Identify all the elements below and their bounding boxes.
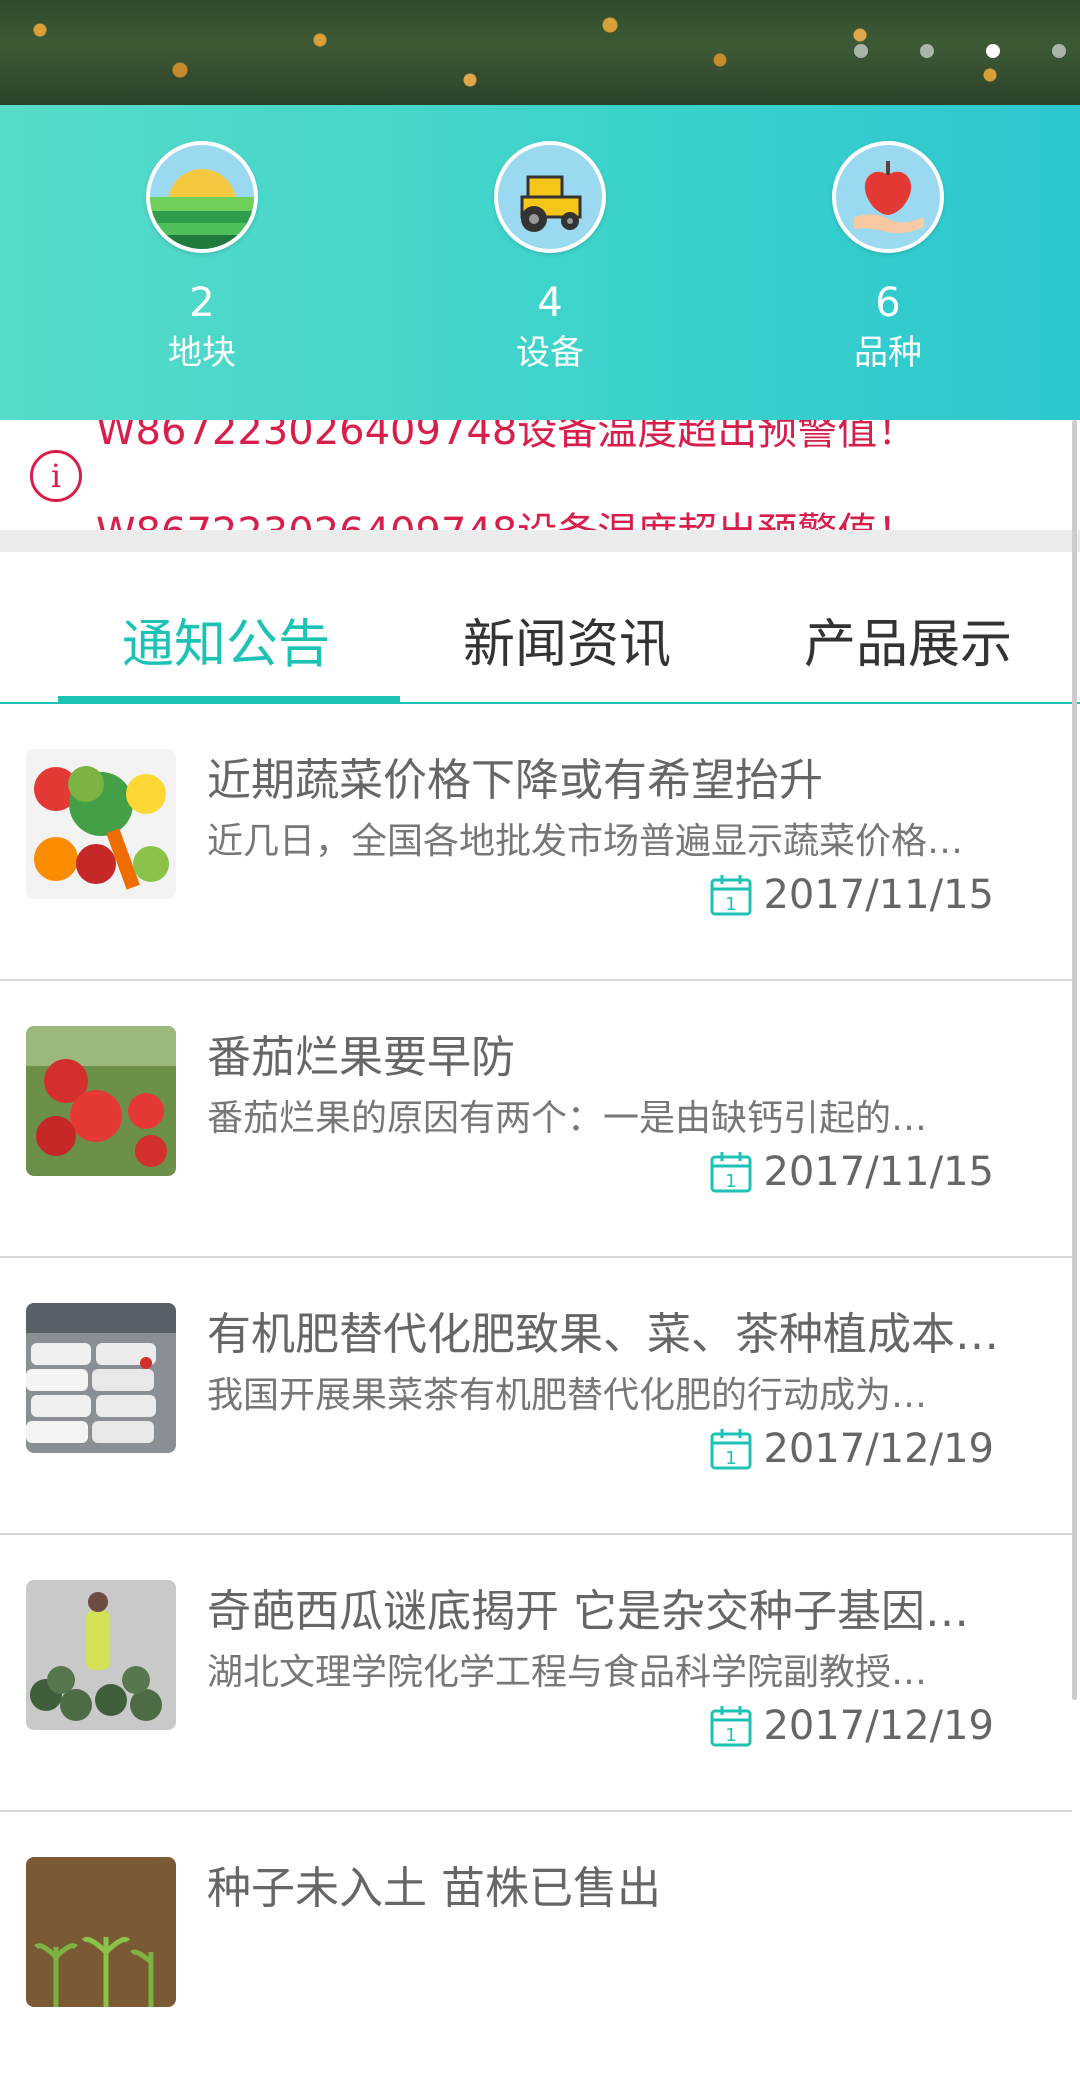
tab-products[interactable]: 产品展示 [804, 602, 1012, 677]
apple-hand-icon [832, 141, 944, 253]
carousel-indicator [854, 44, 1080, 58]
info-icon: i [30, 450, 82, 502]
list-item[interactable]: 近期蔬菜价格下降或有希望抬升 近几日，全国各地批发市场普遍显示蔬菜价格… 1 2… [0, 704, 1072, 981]
news-summary: 我国开展果菜茶有机肥替代化肥的行动成为… [207, 1375, 928, 1416]
calendar-icon: 1 [710, 1706, 752, 1747]
alert-ticker[interactable]: i W867223026409748设备温度超出预警值！ W8672230264… [0, 420, 1072, 530]
fertilizer-bags-image [26, 1303, 176, 1453]
date-text: 2017/11/15 [763, 1149, 994, 1195]
news-title: 奇葩西瓜谜底揭开 它是杂交种子基因… [207, 1586, 969, 1637]
list-item[interactable]: 奇葩西瓜谜底揭开 它是杂交种子基因… 湖北文理学院化学工程与食品科学院副教授… … [0, 1535, 1072, 1812]
stat-fields[interactable]: 2 地块 [0, 105, 404, 420]
farm-stats-panel: 2 地块 4 设备 6 品种 [0, 105, 1080, 420]
svg-text:1: 1 [726, 1725, 737, 1746]
carousel-dot-active[interactable] [986, 44, 1000, 58]
news-date: 1 2017/12/19 [709, 1703, 994, 1749]
stat-value: 6 [875, 280, 901, 326]
news-title: 种子未入土 苗株已售出 [207, 1863, 661, 1914]
seedlings-image [26, 1857, 176, 2007]
tab-news[interactable]: 新闻资讯 [463, 602, 671, 677]
carousel-dot[interactable] [1052, 44, 1066, 58]
news-summary: 湖北文理学院化学工程与食品科学院副教授… [207, 1652, 928, 1693]
calendar-icon: 1 [710, 1429, 752, 1470]
watermelon-image [26, 1580, 176, 1730]
stat-devices[interactable]: 4 设备 [404, 105, 696, 420]
news-date: 1 2017/11/15 [709, 872, 994, 918]
section-divider [0, 530, 1080, 552]
tractor-icon [494, 141, 606, 253]
tomato-image [26, 1026, 176, 1176]
news-title: 番茄烂果要早防 [207, 1032, 515, 1083]
news-title: 近期蔬菜价格下降或有希望抬升 [207, 755, 823, 806]
top-banner-carousel[interactable] [0, 0, 1080, 110]
field-icon [146, 141, 258, 253]
date-text: 2017/11/15 [763, 872, 994, 918]
stat-label: 设备 [516, 333, 584, 373]
list-item[interactable]: 番茄烂果要早防 番茄烂果的原因有两个：一是由缺钙引起的… 1 2017/11/1… [0, 981, 1072, 1258]
news-list: 近期蔬菜价格下降或有希望抬升 近几日，全国各地批发市场普遍显示蔬菜价格… 1 2… [0, 704, 1072, 2087]
svg-text:1: 1 [726, 1448, 737, 1469]
vegetables-image [26, 749, 176, 899]
svg-text:1: 1 [726, 1171, 737, 1192]
news-date: 1 2017/11/15 [709, 1149, 994, 1195]
date-text: 2017/12/19 [763, 1703, 994, 1749]
alert-message: W867223026409748设备湿度超出预警值！ [96, 500, 917, 530]
stat-label: 品种 [854, 333, 922, 373]
list-item[interactable]: 种子未入土 苗株已售出 [0, 1812, 1072, 2087]
news-summary: 番茄烂果的原因有两个：一是由缺钙引起的… [207, 1098, 928, 1139]
scrollbar[interactable] [1072, 420, 1077, 1700]
news-date: 1 2017/12/19 [709, 1426, 994, 1472]
alert-message: W867223026409748设备温度超出预警值！ [96, 420, 918, 454]
carousel-dot[interactable] [920, 44, 934, 58]
svg-text:1: 1 [726, 894, 737, 915]
date-text: 2017/12/19 [763, 1426, 994, 1472]
carousel-dot[interactable] [854, 44, 868, 58]
stat-varieties[interactable]: 6 品种 [696, 105, 1080, 420]
calendar-icon: 1 [710, 1152, 752, 1193]
list-item[interactable]: 有机肥替代化肥致果、菜、茶种植成本… 我国开展果菜茶有机肥替代化肥的行动成为… … [0, 1258, 1072, 1535]
stat-label: 地块 [168, 333, 236, 373]
calendar-icon: 1 [710, 875, 752, 916]
news-summary: 近几日，全国各地批发市场普遍显示蔬菜价格… [207, 821, 964, 862]
category-tabs: 通知公告 新闻资讯 产品展示 [0, 552, 1080, 702]
news-title: 有机肥替代化肥致果、菜、茶种植成本… [207, 1309, 999, 1360]
tab-notices[interactable]: 通知公告 [122, 602, 330, 677]
stat-value: 2 [189, 280, 215, 326]
stat-value: 4 [537, 280, 563, 326]
